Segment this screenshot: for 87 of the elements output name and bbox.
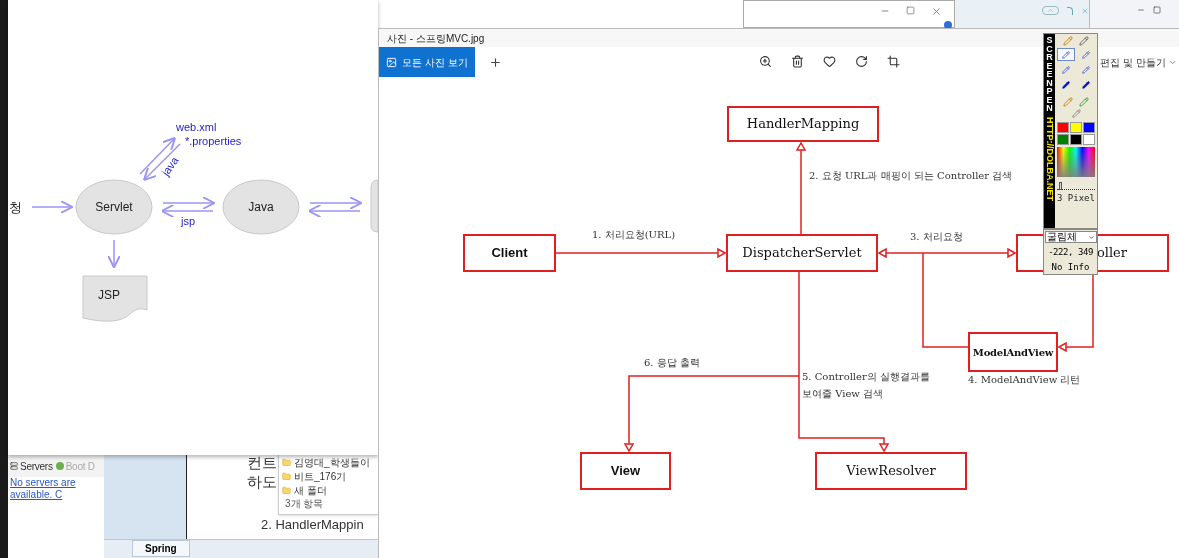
arrow bbox=[307, 204, 361, 218]
folder-item[interactable]: 비트_176기 bbox=[279, 469, 378, 483]
chevron-up-icon bbox=[1047, 7, 1054, 14]
font-select[interactable]: 굴림체 bbox=[1044, 231, 1097, 243]
trash-icon[interactable] bbox=[791, 55, 804, 68]
arrow bbox=[160, 204, 214, 218]
item-count: 3개 항목 bbox=[284, 497, 325, 511]
pen-icon bbox=[1082, 50, 1090, 59]
arrow-label: 2. 요청 URL과 매핑이 되는 Controller 검색 bbox=[809, 170, 1013, 182]
document-line: 하도 bbox=[247, 472, 277, 492]
diagram-node: DispatcherServlet bbox=[726, 234, 878, 272]
highlighter-icon[interactable] bbox=[1079, 97, 1089, 107]
servers-link[interactable]: No servers are available. C bbox=[8, 477, 104, 501]
servlet-label: Servlet bbox=[94, 199, 134, 216]
caret-icon bbox=[1087, 233, 1095, 241]
diagram-node: ModelAndView bbox=[968, 332, 1058, 372]
chevron-icon bbox=[1167, 58, 1177, 67]
arrow-label: 4. ModelAndView 리턴 bbox=[968, 374, 1081, 386]
crop-icon[interactable] bbox=[887, 55, 900, 68]
arrow bbox=[142, 143, 181, 182]
color-spectrum[interactable] bbox=[1057, 147, 1095, 177]
pen-icon[interactable] bbox=[1079, 36, 1089, 46]
maximize-icon[interactable] bbox=[1153, 6, 1161, 14]
diagram-node: Client bbox=[463, 234, 556, 272]
document-line: 컨트 bbox=[247, 453, 277, 473]
arrow bbox=[309, 196, 363, 210]
maximize-icon[interactable] bbox=[906, 6, 915, 15]
heart-icon[interactable] bbox=[823, 55, 836, 68]
pen-icon bbox=[1062, 50, 1070, 59]
document-shape bbox=[82, 275, 148, 322]
window-title: 사진 - 스프링MVC.jpg bbox=[387, 31, 485, 46]
collapse-button[interactable] bbox=[1042, 6, 1059, 15]
color-swatch[interactable] bbox=[1057, 134, 1069, 145]
add-icon[interactable] bbox=[488, 55, 502, 69]
document-line: 2. HandlerMappin bbox=[261, 516, 364, 534]
sheet-tab[interactable]: Spring bbox=[132, 540, 190, 557]
zoom-in-icon[interactable] bbox=[759, 55, 772, 68]
folder-item[interactable]: 김영대_학생들이 bbox=[279, 455, 378, 469]
edit-menu[interactable]: 편집 및 만들기 bbox=[1100, 55, 1177, 70]
config-file: *.properties bbox=[185, 134, 242, 149]
coordinates: -222, 349 bbox=[1048, 246, 1093, 259]
color-swatch[interactable] bbox=[1070, 134, 1082, 145]
close-icon[interactable] bbox=[1081, 6, 1089, 15]
all-photos-button[interactable]: 모든 사진 보기 bbox=[379, 47, 475, 77]
color-swatch[interactable] bbox=[1083, 134, 1095, 145]
image-icon bbox=[386, 56, 397, 68]
slider-thumb[interactable] bbox=[1059, 182, 1063, 190]
url-label: HTTP://DOLBA.NET bbox=[1044, 116, 1055, 201]
arrow bbox=[107, 239, 121, 269]
rotate-icon[interactable] bbox=[855, 55, 868, 68]
arrow bbox=[31, 200, 74, 214]
diagram-node: ViewResolver bbox=[815, 452, 967, 490]
brand-label: SCREEN PEN bbox=[1045, 36, 1054, 113]
close-icon[interactable] bbox=[931, 6, 942, 17]
arrow-label: 6. 응답 출력 bbox=[644, 357, 700, 369]
pen-icon bbox=[1082, 80, 1090, 89]
pen-icon[interactable] bbox=[1063, 97, 1073, 107]
eraser-icon[interactable] bbox=[1071, 109, 1081, 118]
color-swatch[interactable] bbox=[1083, 122, 1095, 133]
folder-icon bbox=[282, 485, 291, 495]
arrow-label: 1. 처리요청(URL) bbox=[592, 229, 676, 241]
jsp-label: JSP bbox=[98, 287, 120, 304]
arrow-label: 5. Controller의 실행결과를 bbox=[802, 371, 930, 383]
diagram-node: View bbox=[580, 452, 671, 490]
diagram-node: HandlerMapping bbox=[727, 106, 879, 142]
folder-item[interactable]: 새 폴더 bbox=[279, 483, 378, 497]
database-cylinder bbox=[370, 179, 378, 233]
java-label: Java bbox=[247, 199, 275, 216]
color-swatch[interactable] bbox=[1057, 122, 1069, 133]
color-swatch[interactable] bbox=[1070, 122, 1082, 133]
minimize-icon[interactable] bbox=[1137, 6, 1145, 14]
width-label: 3 Pixel bbox=[1057, 192, 1095, 205]
pen-icon bbox=[1062, 65, 1070, 74]
arrow-label: 3. 처리요청 bbox=[910, 231, 963, 243]
folder-icon bbox=[282, 457, 291, 467]
folder-icon bbox=[282, 471, 291, 481]
panel-tab[interactable]: Servers bbox=[10, 458, 53, 474]
info-label: No Info bbox=[1051, 260, 1090, 274]
config-file: web.xml bbox=[176, 120, 217, 135]
boot-icon bbox=[55, 462, 64, 470]
pen-icon bbox=[1062, 80, 1070, 89]
pen-icon bbox=[1082, 65, 1090, 74]
arrow-label: jsp bbox=[181, 214, 196, 229]
arrow bbox=[162, 196, 216, 210]
arrow-label: 보여줄 View 검색 bbox=[802, 388, 884, 400]
pen-icon[interactable] bbox=[1063, 36, 1073, 46]
server-icon bbox=[10, 462, 18, 470]
